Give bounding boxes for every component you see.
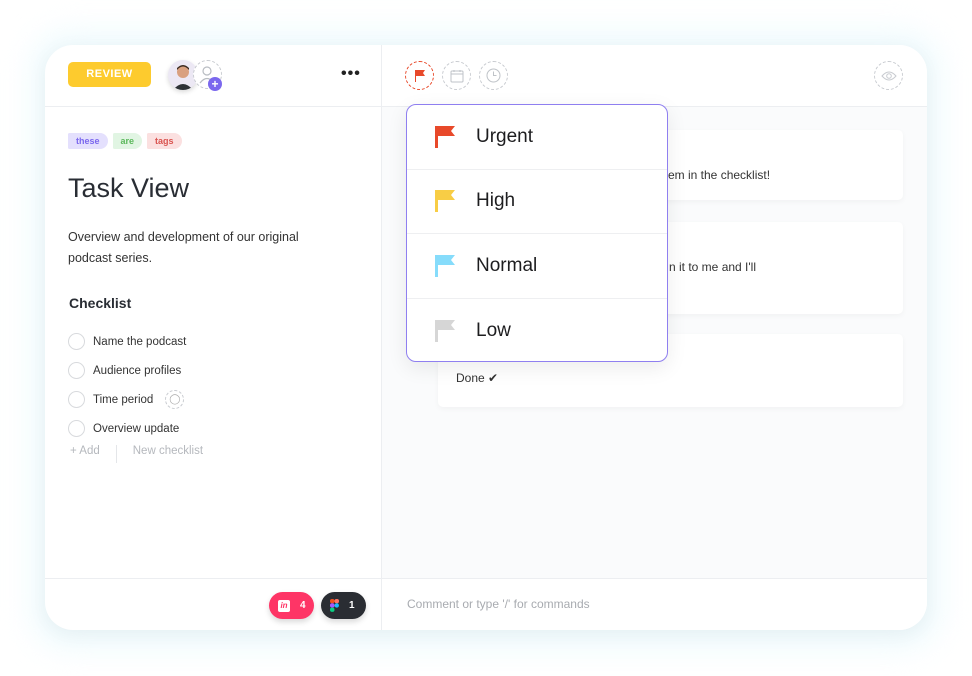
- clock-icon: [486, 68, 501, 83]
- new-checklist-button[interactable]: New checklist: [133, 445, 203, 463]
- add-item-button[interactable]: + Add: [70, 445, 100, 463]
- checklist: Name the podcast Audience profiles Time …: [68, 327, 186, 443]
- task-header: REVIEW + •••: [45, 45, 381, 107]
- checklist-item: Name the podcast: [68, 327, 186, 356]
- priority-option-normal[interactable]: Normal: [407, 234, 667, 299]
- attachments-footer: in 4 1: [45, 578, 382, 630]
- flag-icon: [435, 125, 455, 148]
- eye-icon: [880, 71, 897, 80]
- comment-text: Done ✔: [456, 371, 499, 385]
- checklist-heading: Checklist: [69, 295, 132, 311]
- checkbox[interactable]: [68, 333, 85, 350]
- plus-icon[interactable]: +: [208, 77, 222, 91]
- checklist-item-label: Audience profiles: [93, 364, 182, 377]
- activity-toolbar: [382, 45, 927, 107]
- more-options-button[interactable]: •••: [341, 65, 361, 83]
- tag[interactable]: are: [112, 133, 143, 149]
- flag-icon: [435, 190, 455, 213]
- priority-label: High: [476, 190, 516, 212]
- checkbox[interactable]: [68, 420, 85, 437]
- checkbox[interactable]: [68, 391, 85, 408]
- checklist-item-label: Overview update: [93, 422, 180, 435]
- tag-list: these are tags: [68, 133, 182, 149]
- task-description: Overview and development of our original…: [68, 230, 299, 265]
- priority-option-high[interactable]: High: [407, 170, 667, 234]
- task-panel: REVIEW + ••• these are tags Task View Ov…: [45, 45, 382, 630]
- figma-count: 1: [349, 600, 355, 611]
- checklist-item-label: Time period: [93, 393, 154, 406]
- due-date-button[interactable]: [442, 61, 471, 90]
- invision-icon: in: [278, 599, 290, 612]
- tag[interactable]: these: [68, 133, 108, 149]
- priority-label: Low: [476, 319, 511, 341]
- checklist-item: Overview update: [68, 414, 186, 443]
- page-title: Task View: [68, 173, 190, 203]
- flag-icon: [414, 69, 425, 82]
- checklist-item-label: Name the podcast: [93, 335, 187, 348]
- checklist-actions: + Add New checklist: [70, 445, 203, 463]
- priority-button[interactable]: [405, 61, 434, 90]
- invision-count: 4: [300, 600, 306, 611]
- watch-button[interactable]: [874, 61, 903, 90]
- checklist-item: Audience profiles: [68, 356, 186, 385]
- priority-label: Urgent: [476, 125, 534, 147]
- comment-text: n it to me and I'll: [669, 260, 756, 274]
- priority-option-urgent[interactable]: Urgent: [407, 105, 667, 170]
- checklist-item: Time period ◯: [68, 385, 186, 414]
- status-button[interactable]: REVIEW: [68, 62, 151, 87]
- priority-dropdown: Urgent High Normal Low: [406, 104, 668, 362]
- priority-label: Normal: [476, 254, 538, 276]
- time-tracking-button[interactable]: [479, 61, 508, 90]
- tag[interactable]: tags: [147, 133, 182, 149]
- divider: [115, 445, 117, 463]
- calendar-icon: [450, 69, 463, 82]
- priority-option-low[interactable]: Low: [407, 299, 667, 362]
- assign-user-icon[interactable]: ◯: [165, 390, 185, 409]
- comment-text: item in the checklist!: [662, 168, 771, 182]
- figma-icon: [330, 599, 339, 612]
- invision-button[interactable]: in 4: [269, 592, 314, 619]
- flag-icon: [435, 254, 455, 277]
- flag-icon: [435, 319, 455, 342]
- checkbox[interactable]: [68, 362, 85, 379]
- figma-button[interactable]: 1: [321, 592, 366, 619]
- comment-input[interactable]: Comment or type '/' for commands: [382, 578, 927, 630]
